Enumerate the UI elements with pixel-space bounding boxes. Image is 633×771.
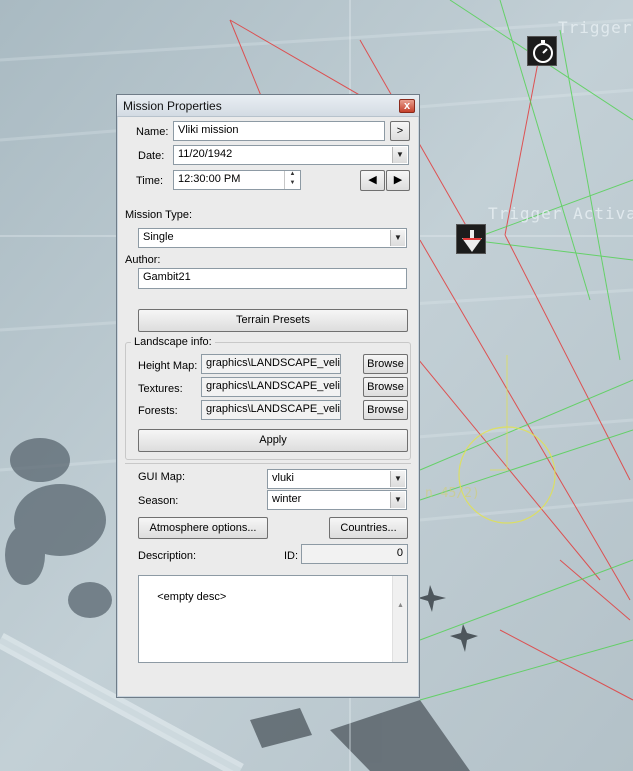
browse-textures-button[interactable]: Browse [363,377,408,397]
gui-map-label: GUI Map: [138,471,186,483]
chevron-down-icon[interactable]: ▼ [390,492,405,508]
description-scrollbar[interactable]: ▲ ▼ [392,576,407,662]
description-label: Description: [138,550,197,562]
spin-down-icon[interactable]: ▼ [285,179,300,188]
season-value: winter [272,493,302,505]
chevron-down-icon[interactable]: ▼ [392,147,407,163]
name-input[interactable]: Vliki mission [173,121,385,141]
date-picker[interactable]: 11/20/1942 ▼ [173,145,409,165]
countries-button[interactable]: Countries... [329,517,408,539]
trigger-activate-label: Trigger Activat [488,204,633,223]
dialog-title: Mission Properties [123,99,222,113]
stopwatch-icon[interactable] [527,36,557,66]
author-label: Author: [125,254,161,266]
time-value: 12:30:00 PM [178,173,241,185]
forests-path[interactable]: graphics\LANDSCAPE_velikie [201,400,341,420]
spin-up-icon[interactable]: ▲ [285,171,300,179]
season-label: Season: [138,495,179,507]
height-map-label: Height Map: [138,360,198,372]
name-label: Name: [136,126,169,138]
titlebar[interactable]: Mission Properties x [117,95,419,117]
time-spinner[interactable]: ▲ ▼ [284,171,300,189]
browse-height-map-button[interactable]: Browse [363,354,408,374]
date-label: Date: [138,150,165,162]
arrow-left-icon: ◀ [368,174,377,186]
gui-map-select[interactable]: vluki ▼ [267,469,407,489]
season-select[interactable]: winter ▼ [267,490,407,510]
time-input[interactable]: 12:30:00 PM ▲ ▼ [173,170,301,190]
terrain-presets-button[interactable]: Terrain Presets [138,309,408,332]
id-label: ID: [284,550,299,562]
textures-label: Textures: [138,383,183,395]
textures-path[interactable]: graphics\LANDSCAPE_velikie [201,377,341,397]
mission-type-label: Mission Type: [125,209,193,221]
separator [125,463,411,464]
chevron-down-icon[interactable]: ▼ [390,471,405,487]
chevron-down-icon[interactable]: ▼ [390,230,405,246]
browse-forests-button[interactable]: Browse [363,400,408,420]
name-expand-button[interactable]: > [390,121,410,141]
time-label: Time: [136,175,164,187]
description-textarea[interactable]: <empty desc> ▲ ▼ [138,575,408,663]
mission-type-value: Single [143,231,174,243]
mission-properties-dialog: Mission Properties x Name: Vliki mission… [116,94,420,698]
trigger-label: Trigger [558,18,633,37]
landscape-group-title: Landscape info: [131,336,215,348]
spinning-top-icon[interactable] [456,224,486,254]
map-faint-label: n 45/2) [425,486,480,501]
close-button[interactable]: x [399,99,415,113]
next-time-button[interactable]: ▶ [386,170,410,191]
apply-button[interactable]: Apply [138,429,408,452]
scroll-up-icon[interactable]: ▲ [393,600,407,612]
arrow-right-icon: ▶ [393,174,403,186]
atmosphere-options-button[interactable]: Atmosphere options... [138,517,268,539]
description-text: <empty desc> [157,591,227,603]
gui-map-value: vluki [272,472,295,484]
id-field[interactable]: 0 [301,544,408,564]
prev-time-button[interactable]: ◀ [360,170,385,191]
height-map-path[interactable]: graphics\LANDSCAPE_velikie [201,354,341,374]
forests-label: Forests: [138,405,178,417]
date-value: 11/20/1942 [178,148,233,160]
close-icon: x [403,100,411,112]
mission-type-select[interactable]: Single ▼ [138,228,407,248]
author-input[interactable]: Gambit21 [138,268,407,289]
